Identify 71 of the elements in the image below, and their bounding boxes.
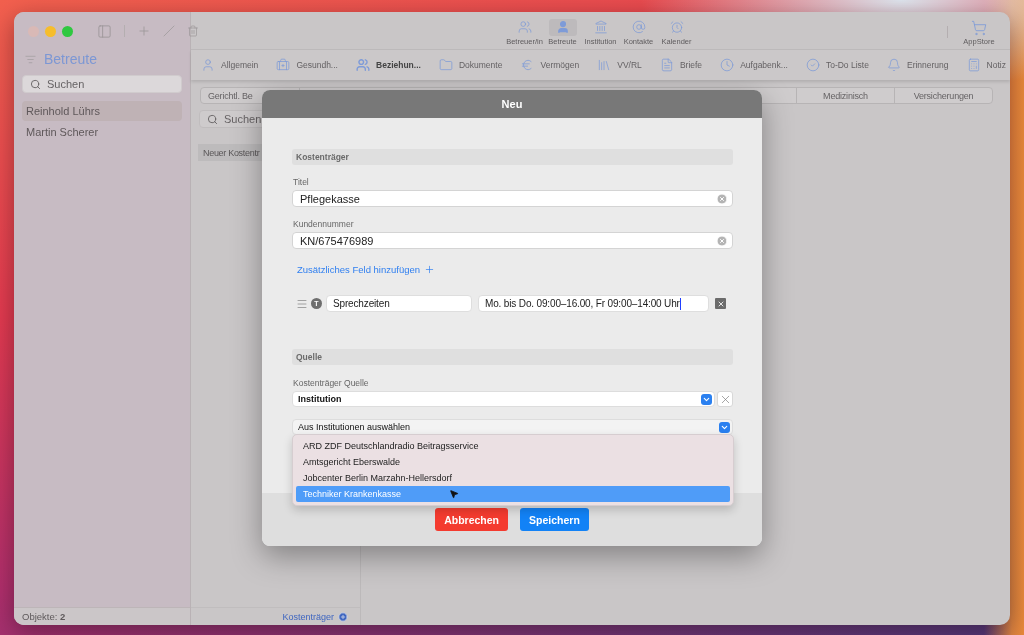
tab[interactable]: Aufgabenk... <box>740 60 788 70</box>
segment[interactable]: Medizinisch <box>796 88 894 103</box>
bell-icon <box>886 58 901 72</box>
save-button[interactable]: Speichern <box>520 508 589 531</box>
check-circle-icon <box>805 58 820 72</box>
add-icon <box>424 264 436 275</box>
field-label: Kostenträger Quelle <box>293 378 370 388</box>
minimize-button[interactable] <box>45 25 56 37</box>
menu-item[interactable]: Jobcenter Berlin Marzahn-Hellersdorf <box>296 470 730 486</box>
chevron-down-icon[interactable] <box>719 421 730 433</box>
edit-icon[interactable] <box>163 25 175 37</box>
dialog-title: Neu <box>262 90 762 118</box>
delete-button[interactable] <box>715 298 726 309</box>
clear-button[interactable] <box>717 391 733 407</box>
dropdown[interactable]: Institution <box>292 391 715 407</box>
tab[interactable]: To-Do Liste <box>825 60 869 70</box>
euro-icon <box>520 58 535 72</box>
field-label: Titel <box>293 177 310 187</box>
tab[interactable]: Beziehun... <box>376 60 421 70</box>
field-label: Kundennummer <box>293 219 355 229</box>
sidebar-toggle-icon[interactable] <box>97 23 112 39</box>
chevron-down-icon[interactable] <box>701 393 712 405</box>
input-field[interactable]: Pflegekasse <box>292 190 733 207</box>
clear-icon[interactable] <box>716 192 728 205</box>
cancel-button[interactable]: Abbrechen <box>435 508 509 531</box>
input-field[interactable]: KN/675476989 <box>292 232 733 249</box>
zoom-button[interactable] <box>62 25 73 37</box>
sidebar-title: Betreute <box>44 51 97 67</box>
folder-icon <box>438 58 453 72</box>
search-icon <box>207 113 218 125</box>
segment[interactable]: Versicherungen <box>894 88 992 103</box>
calculator-icon <box>966 58 981 72</box>
dropdown[interactable]: Aus Institutionen auswählen <box>292 419 733 435</box>
add-field-link[interactable]: Zusätzliches Feld hinzufügen <box>297 264 436 275</box>
clear-icon[interactable] <box>716 234 728 247</box>
search-icon <box>30 78 41 90</box>
person-icon[interactable] <box>548 18 577 36</box>
tab[interactable]: Dokumente <box>458 60 503 70</box>
tab[interactable]: VV/RL <box>617 60 642 70</box>
menu-item[interactable]: ARD ZDF Deutschlandradio Beitragsservice <box>296 438 730 454</box>
books-icon <box>597 58 612 72</box>
menu-item[interactable]: Techniker Krankenkasse <box>296 486 730 502</box>
tab[interactable]: Gesundh... <box>296 60 338 70</box>
tab[interactable]: Notiz <box>986 60 1006 70</box>
add-icon[interactable] <box>137 24 151 38</box>
status-text: Objekte: 2 <box>14 607 190 625</box>
person-icon <box>201 58 215 72</box>
sidebar-item[interactable]: Martin Scherer <box>22 122 182 142</box>
clock-icon <box>720 58 735 72</box>
filter-icon[interactable] <box>25 53 36 65</box>
medical-case-icon <box>276 58 291 72</box>
section-header: Quelle <box>292 349 733 365</box>
mouse-pointer-icon <box>449 489 459 499</box>
tab[interactable]: Allgemein <box>221 60 259 70</box>
drag-handle-icon[interactable] <box>296 297 308 310</box>
tab[interactable]: Vermögen <box>540 60 580 70</box>
cart-icon[interactable] <box>971 20 987 36</box>
close-icon <box>716 299 725 308</box>
search-field[interactable]: Suchen <box>22 75 182 93</box>
document-icon <box>659 58 674 72</box>
trash-icon[interactable] <box>187 25 199 37</box>
input-field[interactable]: Sprechzeiten <box>326 295 472 312</box>
tab[interactable]: Briefe <box>679 60 703 70</box>
tab[interactable]: Erinnerung <box>906 60 949 70</box>
menu-item[interactable]: Amtsgericht Eberswalde <box>296 454 730 470</box>
add-cost-bearer-button[interactable]: Kostenträger <box>282 611 348 622</box>
input-field[interactable]: Mo. bis Do. 09:00–16.00, Fr 09:00–14:00 Uhr <box>478 295 709 312</box>
add-icon <box>338 611 348 622</box>
people-icon <box>356 58 370 72</box>
section-header: Kostenträger <box>292 149 733 165</box>
sidebar-item[interactable]: Reinhold Lührs <box>22 101 182 121</box>
